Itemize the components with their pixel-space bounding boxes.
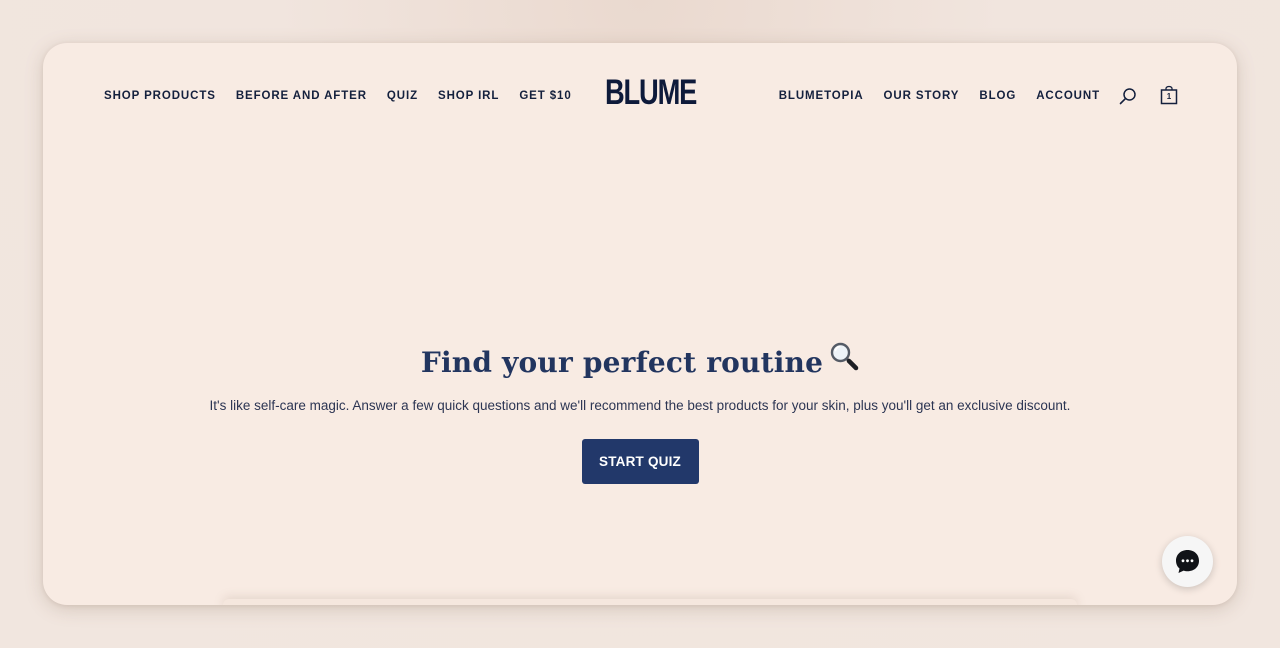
nav-before-and-after[interactable]: BEFORE AND AFTER [236, 89, 367, 103]
cart-button[interactable]: 1 [1159, 85, 1179, 105]
primary-nav-right: BLUMETOPIA OUR STORY BLOG ACCOUNT [779, 89, 1100, 103]
nav-quiz[interactable]: QUIZ [387, 89, 418, 103]
main-card: SHOP PRODUCTS BEFORE AND AFTER QUIZ SHOP… [43, 43, 1237, 605]
magnifying-glass-icon [829, 341, 859, 382]
site-header: SHOP PRODUCTS BEFORE AND AFTER QUIZ SHOP… [43, 43, 1237, 143]
search-icon [1119, 88, 1136, 105]
chat-launcher-button[interactable] [1162, 536, 1213, 587]
start-quiz-button[interactable]: START QUIZ [581, 439, 699, 484]
quiz-hero: Find your perfect routine It's like self… [43, 341, 1237, 484]
hero-subtitle: It's like self-care magic. Answer a few … [209, 398, 1071, 413]
nav-shop-products[interactable]: SHOP PRODUCTS [104, 89, 216, 103]
nav-account[interactable]: ACCOUNT [1036, 89, 1100, 103]
next-section-edge [223, 599, 1077, 605]
brand-logo[interactable]: BLUME [605, 75, 697, 110]
nav-our-story[interactable]: OUR STORY [884, 89, 960, 103]
primary-nav-left: SHOP PRODUCTS BEFORE AND AFTER QUIZ SHOP… [104, 89, 592, 103]
cart-count-badge: 1 [1166, 92, 1172, 101]
chat-bubble-icon [1176, 550, 1199, 573]
nav-blog[interactable]: BLOG [979, 89, 1016, 103]
search-button[interactable] [1119, 87, 1137, 105]
nav-blumetopia[interactable]: BLUMETOPIA [779, 89, 864, 103]
hero-title-text: Find your perfect routine [420, 346, 824, 379]
hero-title: Find your perfect routine [43, 341, 1237, 383]
nav-get-10[interactable]: GET $10 [519, 89, 571, 103]
nav-shop-irl[interactable]: SHOP IRL [438, 89, 499, 103]
